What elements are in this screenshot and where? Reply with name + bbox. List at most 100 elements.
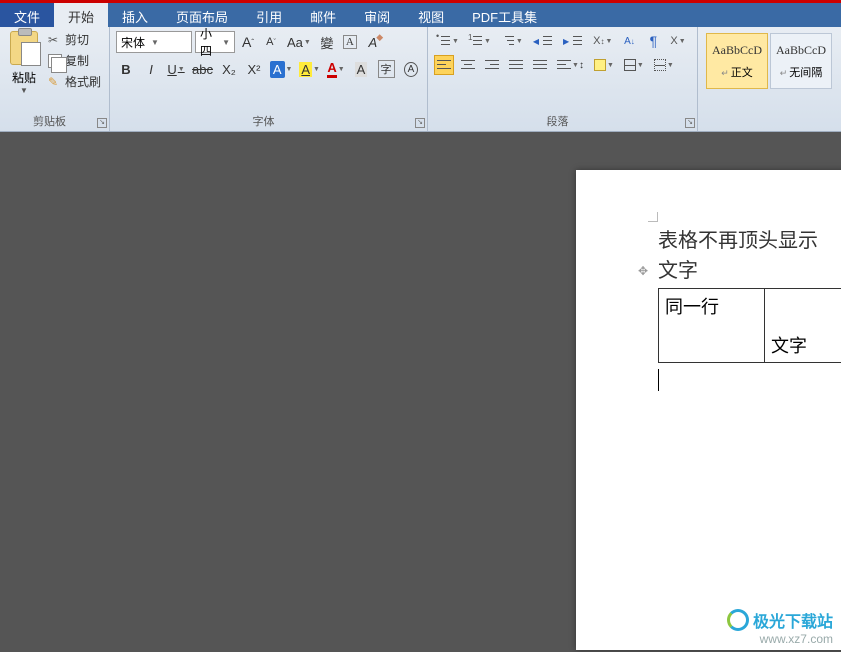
multilevel-list-button[interactable]: ▼ xyxy=(498,31,526,51)
table-cell[interactable]: 同一行 xyxy=(659,289,765,363)
logo-icon xyxy=(727,609,749,631)
document-line[interactable]: 表格不再顶头显示 xyxy=(658,226,841,256)
clear-formatting-button[interactable]: A◆ xyxy=(363,32,383,52)
bold-button[interactable]: B xyxy=(116,59,136,79)
phonetic-guide-button[interactable]: 變 xyxy=(317,32,337,52)
borders-button[interactable]: ▼ xyxy=(621,55,647,75)
watermark-url: www.xz7.com xyxy=(727,632,833,646)
align-right-icon xyxy=(485,59,499,71)
grow-font-button[interactable]: Aˆ xyxy=(238,32,258,52)
decrease-indent-button[interactable] xyxy=(530,31,556,51)
show-marks-button[interactable]: ¶ xyxy=(643,31,663,51)
tab-file[interactable]: 文件 xyxy=(0,3,54,27)
cut-label: 剪切 xyxy=(65,31,89,48)
tab-references[interactable]: 引用 xyxy=(242,3,296,27)
circle-text-button[interactable]: A xyxy=(401,59,421,79)
align-center-button[interactable] xyxy=(458,55,478,75)
highlight-button[interactable]: A▼ xyxy=(298,59,321,79)
paragraph-dialog-launcher[interactable]: ↘ xyxy=(685,118,695,128)
style-name: ↵无间隔 xyxy=(780,64,823,80)
margin-corner-icon xyxy=(648,212,658,222)
document-table[interactable]: 同一行 文字 xyxy=(658,288,841,363)
align-left-button[interactable] xyxy=(434,55,454,75)
tab-view[interactable]: 视图 xyxy=(404,3,458,27)
style-name: ↵正文 xyxy=(721,64,753,80)
italic-button[interactable]: I xyxy=(141,59,161,79)
character-border-button[interactable]: 字 xyxy=(376,59,396,79)
text-cursor-icon xyxy=(658,369,659,391)
tab-start[interactable]: 开始 xyxy=(54,3,108,27)
paragraph-group-label: 段落 xyxy=(428,112,687,130)
justify-icon xyxy=(509,59,523,71)
brush-icon: ✎ xyxy=(48,75,62,89)
asian-layout-button[interactable]: X▼ xyxy=(667,31,688,51)
menu-tabs: 文件 开始 插入 页面布局 引用 邮件 审阅 视图 PDF工具集 xyxy=(0,3,841,27)
bullet-list-icon xyxy=(437,35,451,47)
font-name-combo[interactable]: 宋体▼ xyxy=(116,31,192,53)
bullets-button[interactable]: ▼ xyxy=(434,31,462,51)
change-case-button[interactable]: Aa▼ xyxy=(284,32,314,52)
table-cell[interactable]: 文字 xyxy=(765,289,841,363)
copy-icon xyxy=(48,54,62,68)
copy-button[interactable]: 复制 xyxy=(48,52,101,69)
scissors-icon: ✂ xyxy=(48,33,62,47)
font-size-value: 小四 xyxy=(200,25,216,59)
line-spacing-icon xyxy=(557,59,571,71)
format-painter-button[interactable]: ✎格式刷 xyxy=(48,73,101,90)
tab-pdf-tools[interactable]: PDF工具集 xyxy=(458,3,551,27)
table-row: 同一行 文字 xyxy=(659,289,841,363)
justify-button[interactable] xyxy=(506,55,526,75)
shading-icon xyxy=(594,59,606,71)
indent-left-icon xyxy=(539,35,553,47)
align-right-button[interactable] xyxy=(482,55,502,75)
tab-mail[interactable]: 邮件 xyxy=(296,3,350,27)
font-dialog-launcher[interactable]: ↘ xyxy=(415,118,425,128)
paste-icon xyxy=(10,31,38,65)
font-group-label: 字体 xyxy=(110,112,417,130)
tab-insert[interactable]: 插入 xyxy=(108,3,162,27)
style-nospacing[interactable]: AaBbCcD ↵无间隔 xyxy=(770,33,832,89)
line-spacing-button[interactable]: ▼ xyxy=(554,55,587,75)
font-size-combo[interactable]: 小四▼ xyxy=(195,31,235,53)
sort-button[interactable]: A↓ xyxy=(619,31,639,51)
ribbon: 粘贴 ▼ ✂剪切 复制 ✎格式刷 剪贴板 ↘ 宋体▼ 小四▼ Aˆ Aˇ Aa▼… xyxy=(0,27,841,132)
align-center-icon xyxy=(461,59,475,71)
document-page[interactable]: ✥ 表格不再顶头显示 文字 同一行 文字 xyxy=(576,170,841,650)
enclose-characters-button[interactable]: A xyxy=(340,32,360,52)
text-effects-button[interactable]: A▼ xyxy=(269,59,293,79)
superscript-button[interactable]: X² xyxy=(244,59,264,79)
border-icon xyxy=(624,59,636,71)
align-left-icon xyxy=(437,59,451,71)
character-shading-button[interactable]: A xyxy=(351,59,371,79)
shrink-font-button[interactable]: Aˇ xyxy=(261,32,281,52)
tabs-button[interactable]: ▼ xyxy=(651,55,677,75)
painter-label: 格式刷 xyxy=(65,73,101,90)
subscript-button[interactable]: X₂ xyxy=(219,59,239,79)
distributed-button[interactable] xyxy=(530,55,550,75)
font-color-button[interactable]: A▼ xyxy=(326,59,346,79)
style-preview: AaBbCcD xyxy=(776,43,826,58)
distributed-icon xyxy=(533,59,547,71)
strikethrough-button[interactable]: abc xyxy=(191,59,214,79)
shading-button[interactable]: ▼ xyxy=(591,55,617,75)
clipboard-group-label: 剪贴板 xyxy=(0,112,99,130)
tab-layout[interactable]: 页面布局 xyxy=(162,3,242,27)
indent-right-icon xyxy=(569,35,583,47)
underline-button[interactable]: U▼ xyxy=(166,59,186,79)
tab-review[interactable]: 审阅 xyxy=(350,3,404,27)
chevron-down-icon: ▼ xyxy=(20,86,28,95)
chevron-down-icon: ▼ xyxy=(222,38,230,47)
numbering-button[interactable]: ▼ xyxy=(466,31,494,51)
increase-indent-button[interactable] xyxy=(560,31,586,51)
style-normal[interactable]: AaBbCcD ↵正文 xyxy=(706,33,768,89)
copy-label: 复制 xyxy=(65,52,89,69)
document-line[interactable]: 文字 xyxy=(658,256,841,286)
tabs-icon xyxy=(654,59,666,71)
paste-label: 粘贴 xyxy=(12,69,36,86)
table-anchor-icon[interactable]: ✥ xyxy=(638,264,648,278)
font-name-value: 宋体 xyxy=(121,34,145,51)
text-direction-button[interactable]: X↕▼ xyxy=(590,31,615,51)
multilevel-list-icon xyxy=(501,35,515,47)
clipboard-dialog-launcher[interactable]: ↘ xyxy=(97,118,107,128)
cut-button[interactable]: ✂剪切 xyxy=(48,31,101,48)
